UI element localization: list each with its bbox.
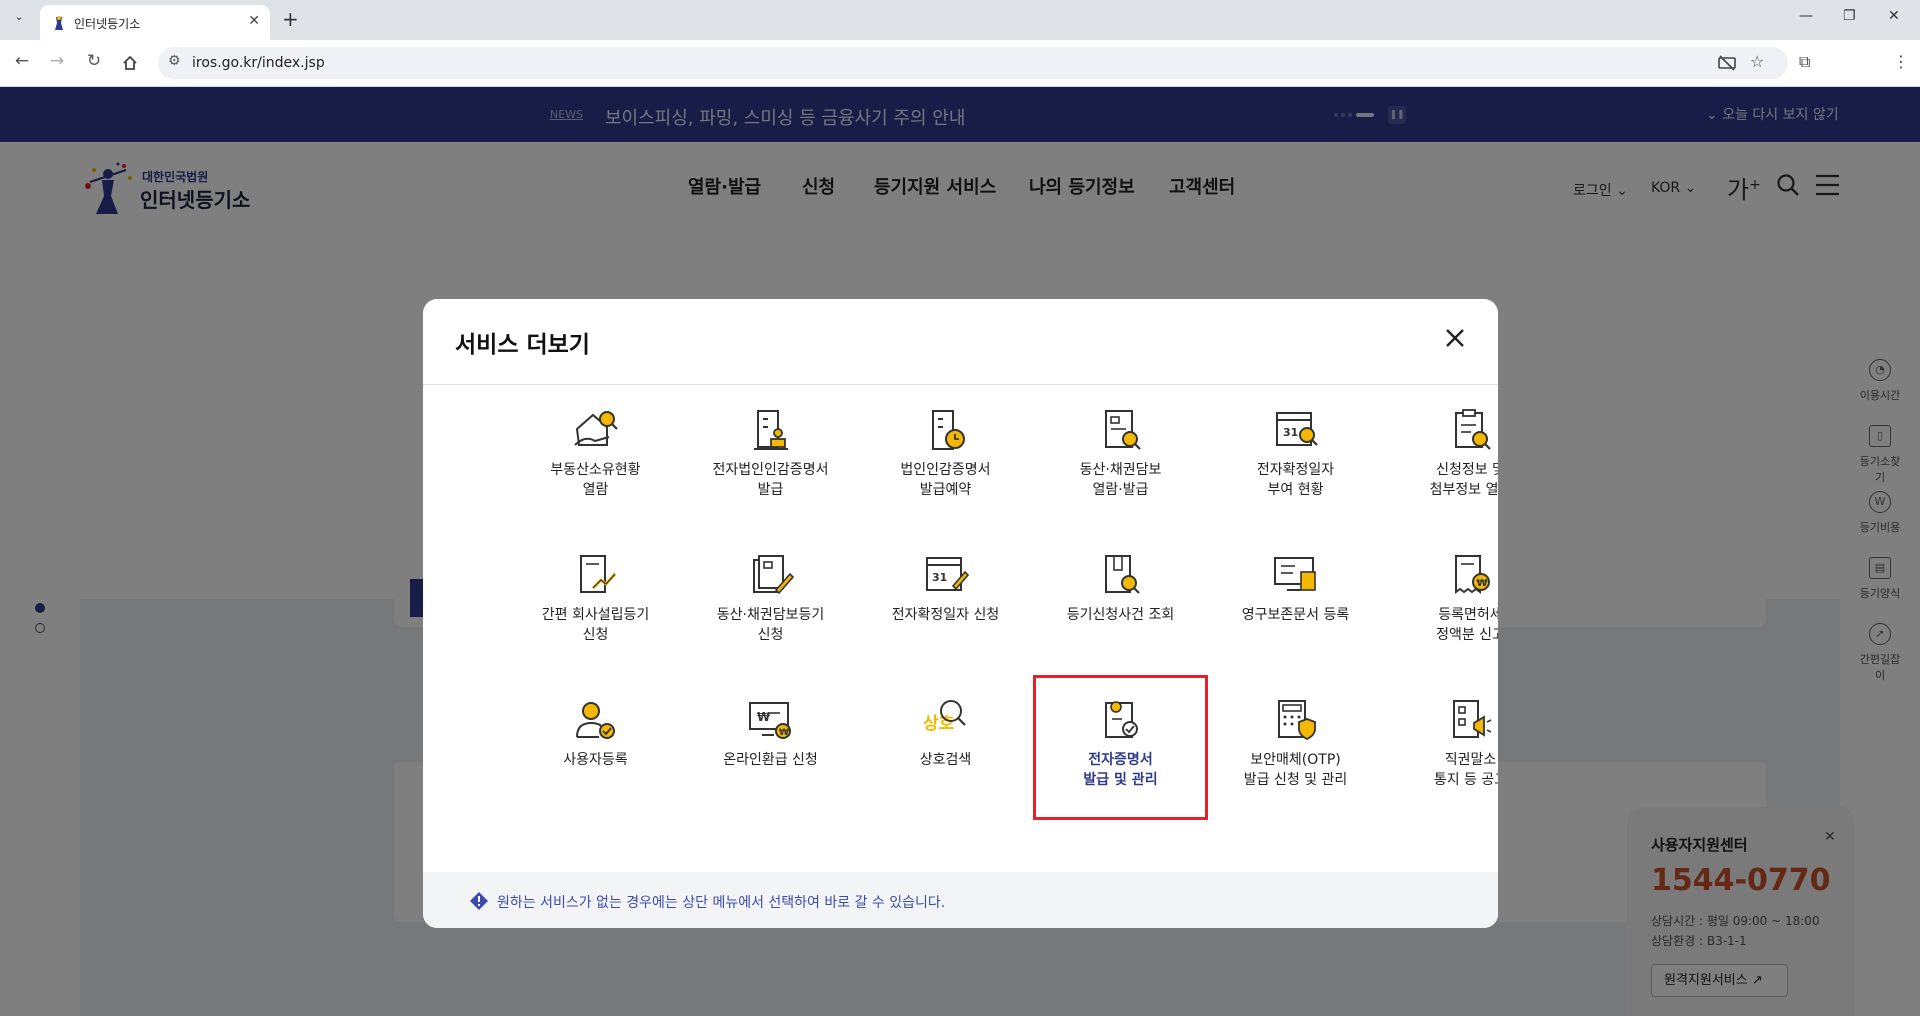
service-item-trade-name-search[interactable]: 상호 상호검색 — [858, 675, 1033, 820]
service-item-registration-tax[interactable]: ₩ 등록면허세 정액분 신고 — [1383, 530, 1498, 675]
modal-title: 서비스 더보기 — [455, 332, 590, 358]
service-label: 신청정보 및 첨부정보 열람 — [1429, 462, 1498, 498]
monitor-won-icon: ₩ ₩ — [749, 702, 791, 739]
calendar-pen-icon: 31 — [926, 557, 970, 591]
service-item-e-corporate-seal[interactable]: 전자법인인감증명서 발급 — [683, 385, 858, 530]
service-label: 전자법인인감증명서 발급 — [712, 462, 829, 498]
service-item-movable-collateral-apply[interactable]: 동산·채권담보등기 신청 — [683, 530, 858, 675]
home-icon[interactable] — [121, 54, 139, 72]
browser-toolbar: ← → ↻ ⚙ iros.go.kr/index.jsp ☆ ⧉ ⋮ — [0, 40, 1920, 87]
service-item-movable-collateral-view[interactable]: 동산·채권담보 열람·발급 — [1033, 385, 1208, 530]
trade-name-glyph: 상호 — [923, 714, 955, 734]
service-label: 영구보존문서 등록 — [1241, 607, 1350, 623]
user-check-icon — [576, 702, 615, 739]
minimize-button[interactable]: — — [1799, 8, 1813, 24]
service-label: 동산·채권담보 열람·발급 — [1079, 462, 1162, 498]
service-label: 등록면허세 정액분 신고 — [1436, 607, 1498, 643]
service-more-modal: 서비스 더보기 부동산소유현황 열람 전자법인인감증명서 발급 법인인감증명서 … — [423, 299, 1498, 928]
new-tab-button[interactable]: + — [282, 7, 299, 31]
tab-search-button[interactable]: ⌄ — [8, 10, 30, 30]
monitor-document-icon — [1274, 557, 1316, 591]
service-item-e-date-status[interactable]: 31 전자확정일자 부여 현황 — [1208, 385, 1383, 530]
service-label: 전자확정일자 부여 현황 — [1256, 462, 1335, 498]
address-bar[interactable]: ⚙ iros.go.kr/index.jsp — [158, 47, 1788, 79]
tab-close-icon[interactable]: ✕ — [248, 13, 260, 29]
clipboard-search-icon — [1455, 409, 1491, 450]
modal-close-icon[interactable] — [1440, 323, 1470, 353]
service-item-otp[interactable]: 보안매체(OTP) 발급 신청 및 관리 — [1208, 675, 1383, 820]
service-label: 법인인감증명서 발급예약 — [900, 462, 991, 498]
document-search-icon — [1105, 410, 1141, 450]
forward-button[interactable]: → — [45, 51, 69, 71]
certificate-check-icon — [1105, 701, 1138, 738]
restore-button[interactable]: ❐ — [1843, 8, 1856, 24]
trade-name-search-icon: 상호 — [923, 700, 966, 734]
calendar-search-icon: 31 — [1276, 412, 1318, 446]
service-label: 동산·채권담보등기 신청 — [716, 607, 825, 643]
receipt-won-icon: ₩ — [1455, 555, 1490, 594]
service-item-application-info[interactable]: 신청정보 및 첨부정보 열람 — [1383, 385, 1498, 530]
modal-footer: 원하는 서비스가 없는 경우에는 상단 메뉴에서 선택하여 바로 갈 수 있습니… — [423, 872, 1498, 928]
extensions-icon[interactable]: ⧉ — [1799, 52, 1810, 72]
service-label: 전자증명서 발급 및 관리 — [1083, 752, 1158, 788]
browser-tab-bar: ⌄ 인터넷등기소 ✕ + — ❐ ✕ — [0, 0, 1920, 40]
service-label: 상호검색 — [919, 752, 972, 768]
service-label: 보안매체(OTP) 발급 신청 및 관리 — [1243, 752, 1348, 788]
service-label: 등기신청사건 조회 — [1066, 607, 1175, 623]
tab-title: 인터넷등기소 — [74, 17, 141, 31]
service-label: 부동산소유현황 열람 — [550, 462, 641, 498]
building-stamp-icon — [754, 410, 788, 450]
service-label: 직권말소 통지 등 공고 — [1433, 752, 1498, 788]
service-item-online-refund[interactable]: ₩ ₩ 온라인환급 신청 — [683, 675, 858, 820]
service-label: 간편 회사설립등기 신청 — [541, 607, 650, 643]
building-clock-icon — [932, 410, 965, 450]
document-chart-icon — [580, 555, 617, 593]
address-url[interactable]: iros.go.kr/index.jsp — [192, 55, 325, 71]
site-info-icon[interactable]: ⚙ — [168, 53, 181, 69]
house-search-icon — [574, 411, 618, 446]
svg-text:₩: ₩ — [757, 710, 771, 724]
back-button[interactable]: ← — [10, 51, 34, 71]
service-item-property-ownership[interactable]: 부동산소유현황 열람 — [508, 385, 683, 530]
service-item-ex-officio-notice[interactable]: 직권말소 통지 등 공고 — [1383, 675, 1498, 820]
camera-off-icon[interactable] — [1718, 55, 1736, 71]
svg-text:31: 31 — [1283, 426, 1298, 439]
service-label: 온라인환급 신청 — [723, 752, 818, 768]
service-item-seal-reservation[interactable]: 법인인감증명서 발급예약 — [858, 385, 1033, 530]
service-item-simple-incorporation[interactable]: 간편 회사설립등기 신청 — [508, 530, 683, 675]
book-search-icon — [1105, 555, 1140, 594]
service-item-permanent-document[interactable]: 영구보존문서 등록 — [1208, 530, 1383, 675]
svg-text:₩: ₩ — [779, 728, 789, 738]
service-grid: 부동산소유현황 열람 전자법인인감증명서 발급 법인인감증명서 발급예약 동산·… — [423, 385, 1498, 872]
svg-text:₩: ₩ — [1477, 578, 1488, 589]
svg-text:31: 31 — [932, 571, 947, 584]
service-item-e-date-apply[interactable]: 31 전자확정일자 신청 — [858, 530, 1033, 675]
service-label: 사용자등록 — [563, 752, 628, 768]
page: NEWS 보이스피싱, 파밍, 스미싱 등 금융사기 주의 안내 ❚❚ ⌄ 오늘… — [0, 87, 1920, 1016]
reload-button[interactable]: ↻ — [82, 51, 106, 71]
documents-pen-icon — [753, 555, 795, 595]
service-item-user-registration[interactable]: 사용자등록 — [508, 675, 683, 820]
site-favicon-icon — [55, 16, 63, 30]
service-label: 전자확정일자 신청 — [891, 607, 1000, 623]
bookmark-star-icon[interactable]: ☆ — [1750, 52, 1764, 71]
browser-tab[interactable]: 인터넷등기소 ✕ — [40, 5, 270, 40]
info-icon — [470, 892, 488, 910]
service-item-case-lookup[interactable]: 등기신청사건 조회 — [1033, 530, 1208, 675]
modal-footer-text: 원하는 서비스가 없는 경우에는 상단 메뉴에서 선택하여 바로 갈 수 있습니… — [497, 895, 946, 911]
document-megaphone-icon — [1453, 700, 1492, 738]
browser-menu-icon[interactable]: ⋮ — [1893, 52, 1909, 71]
window-close-button[interactable]: ✕ — [1888, 8, 1900, 24]
service-item-e-certificate[interactable]: 전자증명서 발급 및 관리 — [1033, 675, 1208, 820]
calculator-shield-icon — [1278, 700, 1316, 741]
